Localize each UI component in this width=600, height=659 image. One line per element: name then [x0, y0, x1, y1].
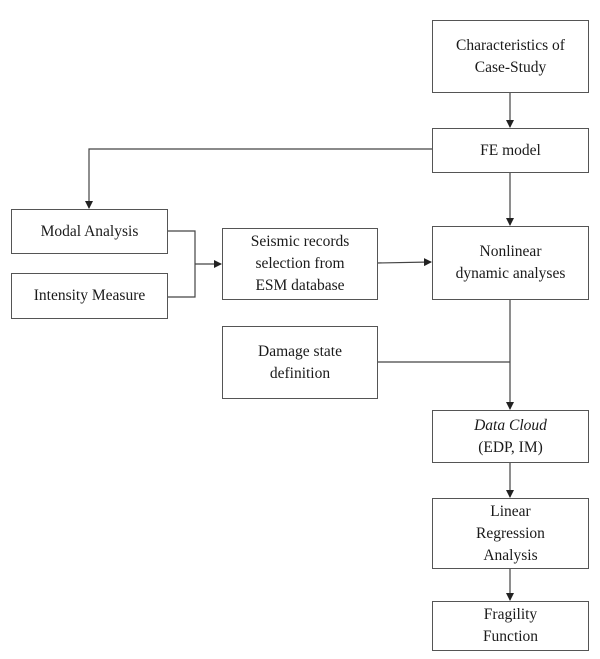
node-text: Case-Study — [474, 58, 547, 76]
node-seismic-records: Seismic records selection from ESM databas… — [222, 228, 378, 300]
node-nonlinear: Nonlinear dynamic analyses — [432, 226, 589, 300]
node-modal-analysis: Modal Analysis — [11, 209, 168, 254]
node-text: Analysis — [483, 546, 538, 564]
node-fe-model: FE model — [432, 128, 589, 173]
node-text: Damage state — [258, 342, 342, 360]
node-text: selection from — [255, 255, 345, 272]
node-data-cloud: Data Cloud (EDP, IM) — [432, 410, 589, 463]
node-text: (EDP, IM) — [478, 438, 543, 456]
node-text: FE model — [480, 141, 541, 159]
edge-fe-to-modal — [85, 148, 432, 209]
node-text: Regression — [476, 524, 545, 542]
node-text: Seismic records — [250, 233, 350, 250]
node-linear-regression: Linear Regression Analysis — [432, 498, 589, 569]
node-text: Data Cloud — [474, 416, 547, 434]
edge-modal-to-join — [167, 230, 196, 298]
node-text: Intensity Measure — [33, 287, 146, 304]
node-text: Fragility — [483, 606, 538, 623]
edge-seismic-to-nonlinear — [376, 258, 432, 267]
node-text: Function — [482, 628, 539, 645]
node-damage-state: Damage state definition — [222, 326, 378, 399]
node-text: Characteristics of — [456, 36, 565, 54]
node-text: Linear — [490, 502, 531, 520]
node-text: Modal Analysis — [40, 222, 139, 240]
node-text: definition — [269, 364, 331, 382]
node-text: ESM database — [255, 277, 345, 294]
node-case-study: Characteristics of Case-Study — [432, 20, 589, 93]
node-fragility: Fragility Function — [432, 601, 589, 651]
node-intensity-measure: Intensity Measure — [11, 273, 168, 319]
node-text: Nonlinear — [479, 243, 542, 260]
node-text: dynamic analyses — [455, 265, 566, 282]
